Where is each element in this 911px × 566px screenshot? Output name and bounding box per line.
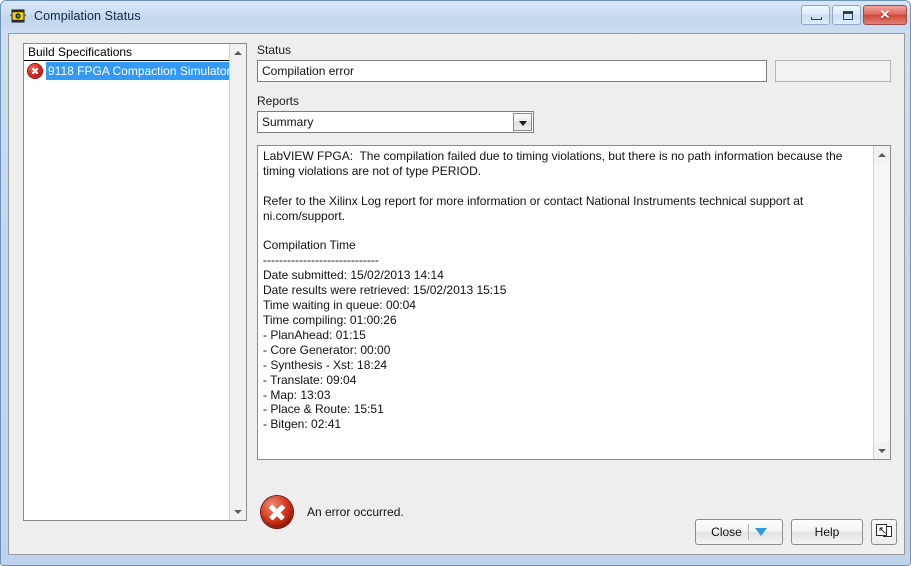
button-divider <box>747 524 749 540</box>
compilation-status-window: Compilation Status ✕ Build Specification… <box>0 0 911 566</box>
error-icon <box>28 64 42 78</box>
reports-selected-value: Summary <box>262 115 314 129</box>
list-item-label: 9118 FPGA Compaction Simulator <box>46 62 231 80</box>
report-text: LabVIEW FPGA: The compilation failed due… <box>263 149 843 432</box>
scroll-up-arrow[interactable] <box>230 44 246 61</box>
close-button-label: Close <box>711 525 742 539</box>
report-scrollbar[interactable] <box>873 146 890 459</box>
resize-window-icon: ↖ <box>876 524 892 540</box>
status-row: Compilation error <box>257 60 891 82</box>
status-label: Status <box>257 43 292 57</box>
button-bar: Close Help ↖ <box>9 519 906 545</box>
labview-vi-icon <box>10 8 26 24</box>
scroll-up-arrow[interactable] <box>874 146 890 163</box>
help-button[interactable]: Help <box>791 519 863 545</box>
maximize-button[interactable] <box>832 5 861 25</box>
resize-window-button[interactable]: ↖ <box>871 519 897 545</box>
caret-down-icon[interactable] <box>754 528 767 536</box>
client-area: Build Specifications 9118 FPGA Compactio… <box>8 33 905 555</box>
title-bar[interactable]: Compilation Status ✕ <box>1 1 910 31</box>
scroll-down-arrow[interactable] <box>230 503 246 520</box>
scroll-down-arrow[interactable] <box>874 442 890 459</box>
details-pane: Status Compilation error Reports Summary… <box>257 43 891 460</box>
close-window-button[interactable]: ✕ <box>863 5 907 25</box>
reports-label: Reports <box>257 94 300 108</box>
status-secondary-field[interactable] <box>775 60 891 82</box>
minimize-icon <box>811 17 822 20</box>
minimize-button[interactable] <box>801 5 830 25</box>
list-item[interactable]: 9118 FPGA Compaction Simulator <box>24 62 231 80</box>
reports-dropdown[interactable]: Summary <box>257 111 534 133</box>
maximize-icon <box>843 11 853 20</box>
window-controls: ✕ <box>801 5 907 25</box>
list-scrollbar[interactable] <box>229 44 246 520</box>
close-button[interactable]: Close <box>695 519 783 545</box>
status-field[interactable]: Compilation error <box>257 60 767 82</box>
chevron-down-icon[interactable] <box>513 113 532 131</box>
close-icon: ✕ <box>879 7 891 22</box>
error-notice-text: An error occurred. <box>307 505 404 519</box>
build-specifications-list[interactable]: Build Specifications 9118 FPGA Compactio… <box>23 43 247 521</box>
report-text-panel[interactable]: LabVIEW FPGA: The compilation failed due… <box>257 145 891 460</box>
window-title: Compilation Status <box>34 9 141 23</box>
help-button-label: Help <box>814 525 840 539</box>
build-specifications-header: Build Specifications <box>24 44 231 61</box>
